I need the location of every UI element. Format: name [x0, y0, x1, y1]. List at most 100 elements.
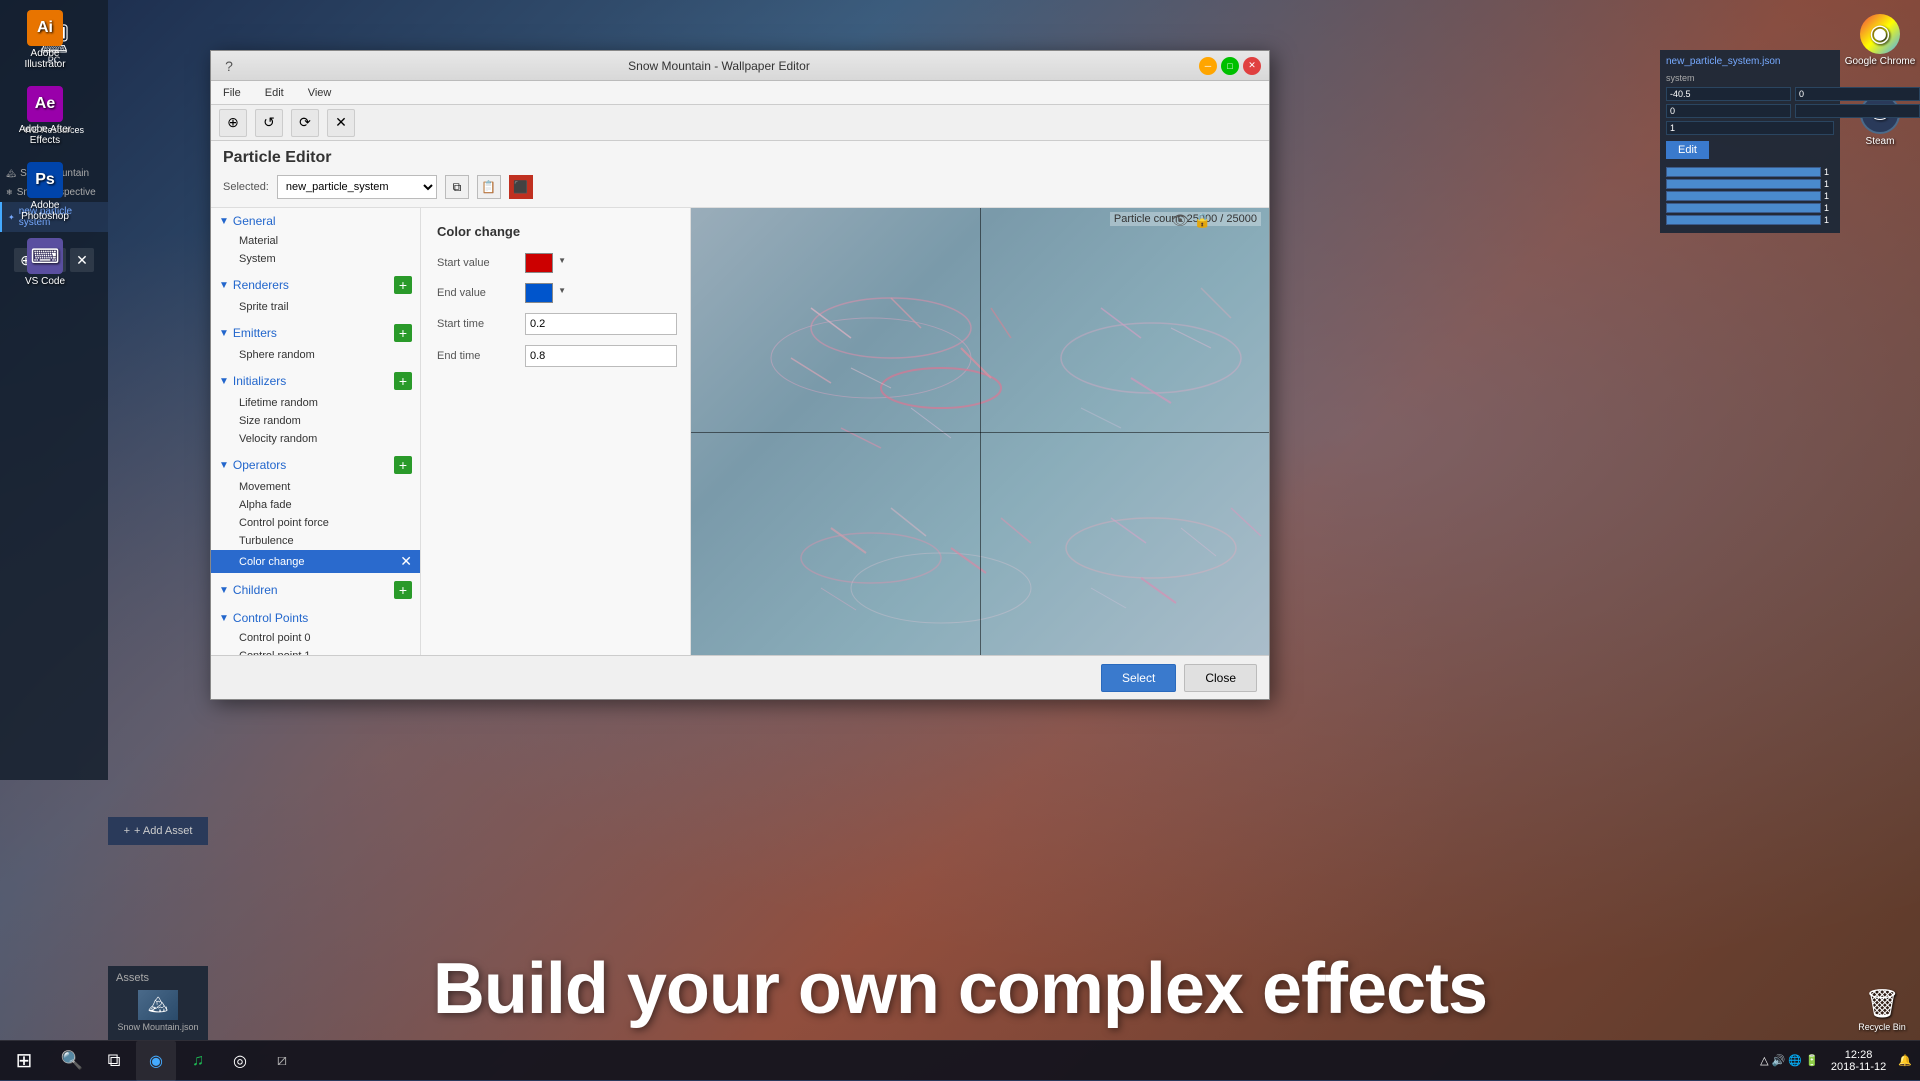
desktop-icon-ai[interactable]: Ai Adobe Illustrator [10, 10, 80, 70]
close-window-button[interactable]: ✕ [1243, 57, 1261, 75]
tray-icons: △ 🔊 🌐 🔋 [1760, 1054, 1819, 1067]
maximize-button[interactable]: □ [1221, 57, 1239, 75]
window-main: Particle Editor Selected: new_particle_s… [211, 141, 1269, 655]
tree-section-renderers: ▼ Renderers + Sprite trail [211, 270, 420, 318]
start-time-label: Start time [437, 318, 517, 330]
config-panel: Color change Start value End value Start… [421, 208, 691, 655]
tree-item-turbulence[interactable]: Turbulence [211, 532, 420, 550]
tree-item-lifetime-random[interactable]: Lifetime random [211, 394, 420, 412]
tree-item-velocity-random[interactable]: Velocity random [211, 430, 420, 448]
json-input-v[interactable] [1666, 121, 1834, 135]
start-value-color[interactable] [525, 253, 553, 273]
close-button[interactable]: Close [1184, 664, 1257, 692]
json-input-y[interactable] [1795, 87, 1920, 101]
slider-4[interactable] [1666, 203, 1821, 213]
desktop-icons-right: ◉ Google Chrome ♨ Steam [1840, 0, 1920, 160]
copy-button[interactable]: ⧉ [445, 175, 469, 199]
tree-item-sprite-trail[interactable]: Sprite trail [211, 298, 420, 316]
remove-color-change-button[interactable]: ✕ [400, 553, 412, 570]
add-operator-button[interactable]: + [394, 456, 412, 474]
json-input-z[interactable] [1666, 104, 1791, 118]
menu-view[interactable]: View [304, 85, 336, 101]
window-toolbar: ⊕ ↺ ⟳ ✕ [211, 105, 1269, 141]
editor-title: Particle Editor [223, 149, 1257, 167]
tree-item-system[interactable]: System [211, 250, 420, 268]
end-value-color[interactable] [525, 283, 553, 303]
toolbar-icon-2[interactable]: ↺ [255, 109, 283, 137]
preview-canvas: Particle count: 25000 / 25000 👁 🔒 [691, 208, 1269, 655]
select-button[interactable]: Select [1101, 664, 1176, 692]
taskbar-chrome2[interactable]: ◎ [220, 1041, 260, 1081]
recycle-bin[interactable]: 🗑 Recycle Bin [1852, 987, 1912, 1032]
delete-button[interactable]: ⬛ [509, 175, 533, 199]
minimize-button[interactable]: ─ [1199, 57, 1217, 75]
tree-section-control-points: ▼ Control Points Control point 0 Control… [211, 605, 420, 655]
tree-item-cp0[interactable]: Control point 0 [211, 629, 420, 647]
json-input-x[interactable] [1666, 87, 1791, 101]
tree-header-initializers[interactable]: ▼ Initializers + [211, 368, 420, 394]
tree-header-children[interactable]: ▼ Children + [211, 577, 420, 603]
start-button[interactable]: ⊞ [0, 1041, 48, 1081]
menu-file[interactable]: File [219, 85, 245, 101]
preview-lock-icon[interactable]: 🔒 [1194, 212, 1211, 229]
taskbar-search[interactable]: 🔍 [52, 1041, 92, 1081]
tree-item-control-point-force[interactable]: Control point force [211, 514, 420, 532]
tree-header-operators[interactable]: ▼ Operators + [211, 452, 420, 478]
start-time-input[interactable] [525, 313, 677, 335]
editor-content: ▼ General Material System ▼ Renderers + … [211, 208, 1269, 655]
notification-icon[interactable]: 🔔 [1898, 1054, 1912, 1067]
taskbar-icons: 🔍 ⧉ ◉ ♫ ◎ ⧄ [48, 1041, 306, 1081]
add-initializer-button[interactable]: + [394, 372, 412, 390]
end-value-label: End value [437, 287, 517, 299]
end-time-input[interactable] [525, 345, 677, 367]
assets-panel: Assets 🏔 Snow Mountain.json [108, 966, 208, 1040]
tree-header-renderers[interactable]: ▼ Renderers + [211, 272, 420, 298]
particle-system-dropdown[interactable]: new_particle_system [277, 175, 437, 199]
tree-item-size-random[interactable]: Size random [211, 412, 420, 430]
tree-header-general[interactable]: ▼ General [211, 210, 420, 232]
paste-button[interactable]: 📋 [477, 175, 501, 199]
desktop-icon-chrome[interactable]: ◉ Google Chrome [1840, 0, 1920, 80]
slider-2[interactable] [1666, 179, 1821, 189]
tree-section-initializers: ▼ Initializers + Lifetime random Size ra… [211, 366, 420, 450]
menu-edit[interactable]: Edit [261, 85, 288, 101]
preview-eye-icon[interactable]: 👁 [1171, 212, 1189, 229]
asset-item-snow-mountain[interactable]: 🏔 Snow Mountain.json [112, 986, 204, 1036]
add-asset-button[interactable]: + + Add Asset [108, 817, 208, 845]
desktop-icon-ps[interactable]: Ps Adobe Photoshop [10, 162, 80, 222]
selected-label: Selected: [223, 181, 269, 193]
slider-1[interactable] [1666, 167, 1821, 177]
add-emitter-button[interactable]: + [394, 324, 412, 342]
tree-item-cp1[interactable]: Control point 1 [211, 647, 420, 655]
help-button[interactable]: ? [219, 56, 239, 76]
toolbar-icon-3[interactable]: ⟳ [291, 109, 319, 137]
taskbar-task-view[interactable]: ⧉ [94, 1041, 134, 1081]
add-renderer-button[interactable]: + [394, 276, 412, 294]
desktop-icon-vs[interactable]: ⌨ VS Code [10, 238, 80, 287]
slider-3[interactable] [1666, 191, 1821, 201]
tree-item-material[interactable]: Material [211, 232, 420, 250]
tree-item-alpha-fade[interactable]: Alpha fade [211, 496, 420, 514]
toolbar-icon-4[interactable]: ✕ [327, 109, 355, 137]
desktop-icon-ae[interactable]: Ae Adobe After Effects [10, 86, 80, 146]
editor-header: Particle Editor Selected: new_particle_s… [211, 141, 1269, 208]
tree-header-emitters[interactable]: ▼ Emitters + [211, 320, 420, 346]
taskbar-chrome[interactable]: ◉ [136, 1041, 176, 1081]
edit-button[interactable]: Edit [1666, 141, 1709, 159]
tree-item-movement[interactable]: Movement [211, 478, 420, 496]
taskbar-tray: △ 🔊 🌐 🔋 12:28 2018-11-12 🔔 [1752, 1049, 1920, 1073]
json-panel: new_particle_system.json system Edit 1 1… [1660, 50, 1840, 233]
start-value-label: Start value [437, 257, 517, 269]
main-window: ? Snow Mountain - Wallpaper Editor ─ □ ✕… [210, 50, 1270, 700]
tree-item-color-change[interactable]: Color change ✕ [211, 550, 420, 573]
json-input-w[interactable] [1795, 104, 1920, 118]
slider-5[interactable] [1666, 215, 1821, 225]
tree-item-sphere-random[interactable]: Sphere random [211, 346, 420, 364]
preview-panel: Particle count: 25000 / 25000 👁 🔒 [691, 208, 1269, 655]
tree-header-control-points[interactable]: ▼ Control Points [211, 607, 420, 629]
toolbar-icon-1[interactable]: ⊕ [219, 109, 247, 137]
add-child-button[interactable]: + [394, 581, 412, 599]
taskbar-spotify[interactable]: ♫ [178, 1041, 218, 1081]
taskbar-app[interactable]: ⧄ [262, 1041, 302, 1081]
window-title: Snow Mountain - Wallpaper Editor [239, 59, 1199, 73]
